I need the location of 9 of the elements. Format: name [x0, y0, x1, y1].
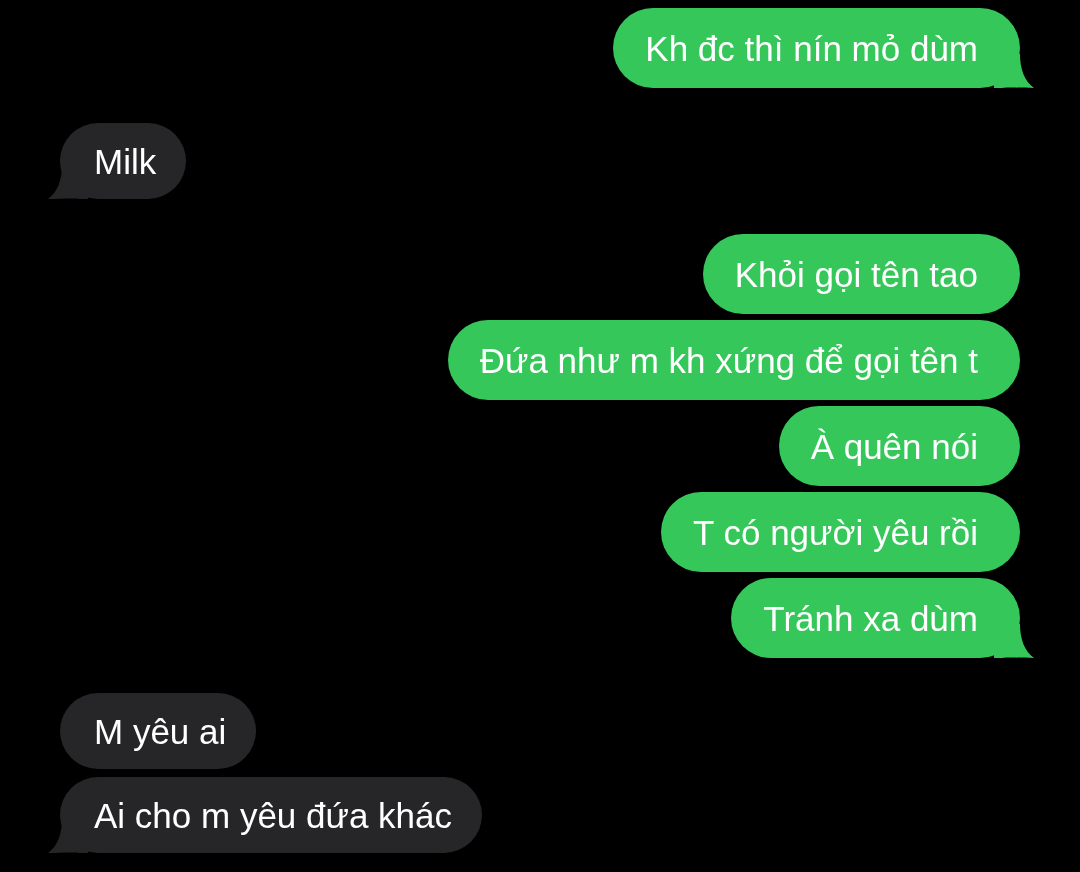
sent-message: Kh đc thì nín mỏ dùm [613, 8, 1020, 88]
received-message: Ai cho m yêu đứa khác [60, 777, 483, 853]
sent-message: T có người yêu rồi [660, 492, 1020, 572]
received-message: M yêu ai [60, 693, 257, 769]
sent-message: Tránh xa dùm [731, 578, 1020, 658]
received-message: Milk [60, 123, 187, 199]
sent-message: Đứa như m kh xứng để gọi tên t [447, 320, 1020, 400]
sent-message: Khỏi gọi tên tao [702, 234, 1020, 314]
sent-message: À quên nói [778, 406, 1020, 486]
